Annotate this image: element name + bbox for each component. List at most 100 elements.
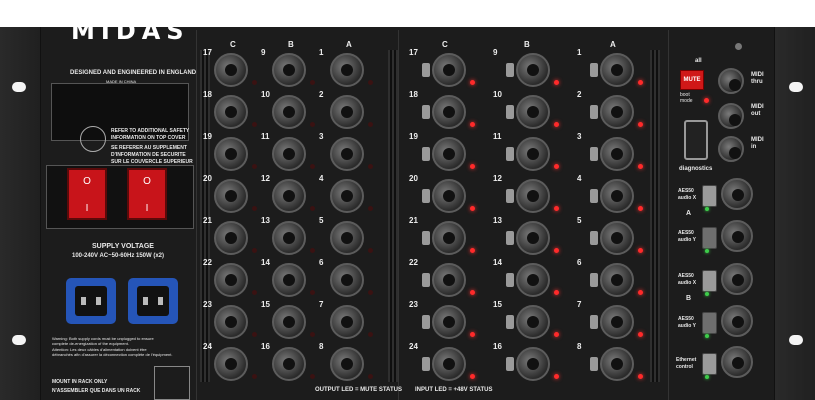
input-xlr-jack[interactable]: [600, 137, 634, 171]
output-xlr-jack[interactable]: [272, 95, 306, 129]
output-xlr-jack[interactable]: [214, 179, 248, 213]
output-group-b-label: B: [288, 40, 294, 49]
output-xlr-jack[interactable]: [214, 263, 248, 297]
aes50-ethercon-jack[interactable]: [721, 178, 753, 210]
aes50-ethercon-jack[interactable]: [721, 305, 753, 337]
output-xlr-jack[interactable]: [272, 221, 306, 255]
output-xlr-jack[interactable]: [330, 179, 364, 213]
midi-thru-port[interactable]: [718, 68, 744, 94]
output-xlr-jack[interactable]: [330, 221, 364, 255]
xlr-latch-tab[interactable]: [422, 231, 430, 245]
output-xlr-jack[interactable]: [214, 221, 248, 255]
midi-in-port[interactable]: [718, 136, 744, 162]
xlr-latch-tab[interactable]: [422, 273, 430, 287]
input-xlr-jack[interactable]: [432, 263, 466, 297]
input-xlr-jack[interactable]: [600, 53, 634, 87]
output-xlr-jack[interactable]: [272, 263, 306, 297]
input-channel-number: 3: [577, 132, 582, 141]
output-xlr-jack[interactable]: [330, 95, 364, 129]
aes50-ethercon-jack[interactable]: [721, 263, 753, 295]
rack-mount-hole: [12, 335, 26, 345]
xlr-latch-tab[interactable]: [422, 105, 430, 119]
input-xlr-jack[interactable]: [516, 53, 550, 87]
output-xlr-jack[interactable]: [272, 53, 306, 87]
aes50-rj45-port[interactable]: [702, 270, 717, 292]
xlr-latch-tab[interactable]: [506, 357, 514, 371]
input-xlr-jack[interactable]: [516, 179, 550, 213]
output-status-led: [252, 206, 257, 211]
xlr-latch-tab[interactable]: [590, 63, 598, 77]
output-xlr-jack[interactable]: [272, 179, 306, 213]
xlr-latch-tab[interactable]: [506, 231, 514, 245]
output-xlr-jack[interactable]: [214, 53, 248, 87]
xlr-latch-tab[interactable]: [590, 105, 598, 119]
ethernet-ethercon-jack[interactable]: [721, 346, 753, 378]
output-channel-number: 24: [203, 342, 212, 351]
input-xlr-jack[interactable]: [600, 179, 634, 213]
input-xlr-jack[interactable]: [516, 305, 550, 339]
output-xlr-jack[interactable]: [272, 305, 306, 339]
output-xlr-jack[interactable]: [272, 137, 306, 171]
output-xlr-jack[interactable]: [214, 95, 248, 129]
input-xlr-jack[interactable]: [432, 137, 466, 171]
output-xlr-jack[interactable]: [330, 305, 364, 339]
xlr-latch-tab[interactable]: [422, 189, 430, 203]
output-xlr-jack[interactable]: [330, 53, 364, 87]
xlr-latch-tab[interactable]: [590, 273, 598, 287]
input-xlr-jack[interactable]: [516, 221, 550, 255]
output-status-led: [252, 374, 257, 379]
output-xlr-jack[interactable]: [214, 347, 248, 381]
xlr-latch-tab[interactable]: [506, 315, 514, 329]
xlr-latch-tab[interactable]: [422, 63, 430, 77]
power-switch-1[interactable]: O I: [67, 168, 107, 220]
xlr-latch-tab[interactable]: [506, 147, 514, 161]
input-xlr-jack[interactable]: [516, 137, 550, 171]
xlr-latch-tab[interactable]: [506, 105, 514, 119]
iec-power-inlet-1[interactable]: [66, 278, 116, 324]
input-xlr-jack[interactable]: [516, 263, 550, 297]
output-xlr-jack[interactable]: [214, 305, 248, 339]
xlr-latch-tab[interactable]: [422, 147, 430, 161]
output-channel-number: 7: [319, 300, 324, 309]
xlr-latch-tab[interactable]: [506, 63, 514, 77]
input-xlr-jack[interactable]: [600, 347, 634, 381]
xlr-latch-tab[interactable]: [590, 315, 598, 329]
input-xlr-jack[interactable]: [432, 95, 466, 129]
aes50-rj45-port[interactable]: [702, 185, 717, 207]
output-xlr-jack[interactable]: [272, 347, 306, 381]
output-xlr-jack[interactable]: [330, 137, 364, 171]
xlr-latch-tab[interactable]: [590, 147, 598, 161]
xlr-latch-tab[interactable]: [422, 315, 430, 329]
output-xlr-jack[interactable]: [330, 347, 364, 381]
input-xlr-jack[interactable]: [432, 347, 466, 381]
xlr-latch-tab[interactable]: [422, 357, 430, 371]
input-xlr-jack[interactable]: [600, 263, 634, 297]
aes50-rj45-port[interactable]: [702, 312, 717, 334]
all-mute-button[interactable]: MUTE: [680, 70, 704, 90]
midi-out-port[interactable]: [718, 103, 744, 129]
input-xlr-jack[interactable]: [600, 221, 634, 255]
xlr-latch-tab[interactable]: [506, 273, 514, 287]
input-xlr-jack[interactable]: [432, 221, 466, 255]
xlr-latch-tab[interactable]: [506, 189, 514, 203]
input-xlr-jack[interactable]: [516, 347, 550, 381]
ethernet-rj45-port[interactable]: [702, 353, 717, 375]
input-xlr-jack[interactable]: [600, 95, 634, 129]
xlr-latch-tab[interactable]: [590, 189, 598, 203]
aes50-ethercon-jack[interactable]: [721, 220, 753, 252]
input-xlr-jack[interactable]: [432, 305, 466, 339]
input-xlr-jack[interactable]: [600, 305, 634, 339]
power-switch-2[interactable]: O I: [127, 168, 167, 220]
output-xlr-jack[interactable]: [330, 263, 364, 297]
aes50-rj45-port[interactable]: [702, 227, 717, 249]
xlr-latch-tab[interactable]: [590, 357, 598, 371]
switch-on-symbol: I: [85, 203, 89, 214]
output-status-led: [368, 122, 373, 127]
input-xlr-jack[interactable]: [516, 95, 550, 129]
diagnostics-serial-port[interactable]: [684, 120, 708, 160]
iec-power-inlet-2[interactable]: [128, 278, 178, 324]
output-xlr-jack[interactable]: [214, 137, 248, 171]
input-xlr-jack[interactable]: [432, 179, 466, 213]
input-xlr-jack[interactable]: [432, 53, 466, 87]
xlr-latch-tab[interactable]: [590, 231, 598, 245]
